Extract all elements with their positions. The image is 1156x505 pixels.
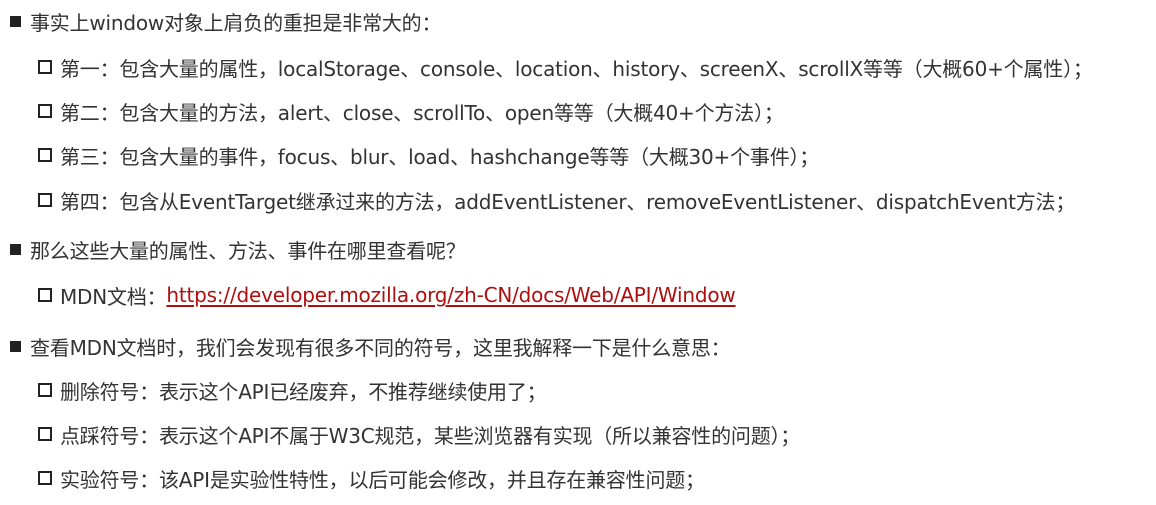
filled-square-bullet-icon (10, 15, 21, 27)
sub-bullet-text: 第二：包含大量的方法，alert、close、scrollTo、open等等（大… (60, 100, 784, 125)
hollow-square-bullet-icon (38, 383, 52, 397)
hollow-square-bullet-icon (38, 288, 52, 302)
bullet-text: 事实上window对象上肩负的重担是非常大的： (30, 10, 442, 35)
bullet-text: 查看MDN文档时，我们会发现有很多不同的符号，这里我解释一下是什么意思： (30, 335, 731, 360)
hollow-square-bullet-icon (38, 193, 52, 207)
sub-bullet-methods: 第二：包含大量的方法，alert、close、scrollTo、open等等（大… (38, 96, 784, 126)
bullet-window-object-burden: 事实上window对象上肩负的重担是非常大的： (10, 6, 441, 36)
filled-square-bullet-icon (10, 340, 21, 352)
sub-bullet-experimental-symbol: 实验符号：该API是实验性特性，以后可能会修改，并且存在兼容性问题； (38, 463, 705, 493)
hollow-square-bullet-icon (38, 471, 52, 485)
sub-bullet-text: 第一：包含大量的属性，localStorage、console、location… (60, 56, 1093, 81)
bullet-where-to-look: 那么这些大量的属性、方法、事件在哪里查看呢？ (10, 234, 466, 264)
sub-bullet-mdn-docs: MDN文档： https://developer.mozilla.org/zh-… (38, 280, 736, 310)
hollow-square-bullet-icon (38, 427, 52, 441)
sub-bullet-events: 第三：包含大量的事件，focus、blur、load、hashchange等等（… (38, 140, 819, 170)
document-page: 事实上window对象上肩负的重担是非常大的： 第一：包含大量的属性，local… (0, 0, 1156, 505)
mdn-window-link[interactable]: https://developer.mozilla.org/zh-CN/docs… (166, 283, 735, 307)
hollow-square-bullet-icon (38, 104, 52, 118)
sub-bullet-text: 实验符号：该API是实验性特性，以后可能会修改，并且存在兼容性问题； (60, 467, 705, 492)
bullet-mdn-symbols: 查看MDN文档时，我们会发现有很多不同的符号，这里我解释一下是什么意思： (10, 331, 731, 361)
sub-bullet-text: 删除符号：表示这个API已经废弃，不推荐继续使用了； (60, 379, 547, 404)
filled-square-bullet-icon (10, 243, 21, 255)
sub-bullet-text: 第三：包含大量的事件，focus、blur、load、hashchange等等（… (60, 144, 820, 169)
sub-bullet-text: 点踩符号：表示这个API不属于W3C规范，某些浏览器有实现（所以兼容性的问题）； (60, 423, 801, 448)
sub-bullet-eventtarget: 第四：包含从EventTarget继承过来的方法，addEventListene… (38, 185, 1075, 215)
mdn-label: MDN文档： (60, 284, 167, 309)
hollow-square-bullet-icon (38, 148, 52, 162)
hollow-square-bullet-icon (38, 60, 52, 74)
bullet-text: 那么这些大量的属性、方法、事件在哪里查看呢？ (30, 238, 466, 263)
sub-bullet-deprecated-symbol: 删除符号：表示这个API已经废弃，不推荐继续使用了； (38, 375, 547, 405)
sub-bullet-text: 第四：包含从EventTarget继承过来的方法，addEventListene… (60, 189, 1076, 214)
sub-bullet-properties: 第一：包含大量的属性，localStorage、console、location… (38, 52, 1093, 82)
sub-bullet-non-standard-symbol: 点踩符号：表示这个API不属于W3C规范，某些浏览器有实现（所以兼容性的问题）； (38, 419, 800, 449)
